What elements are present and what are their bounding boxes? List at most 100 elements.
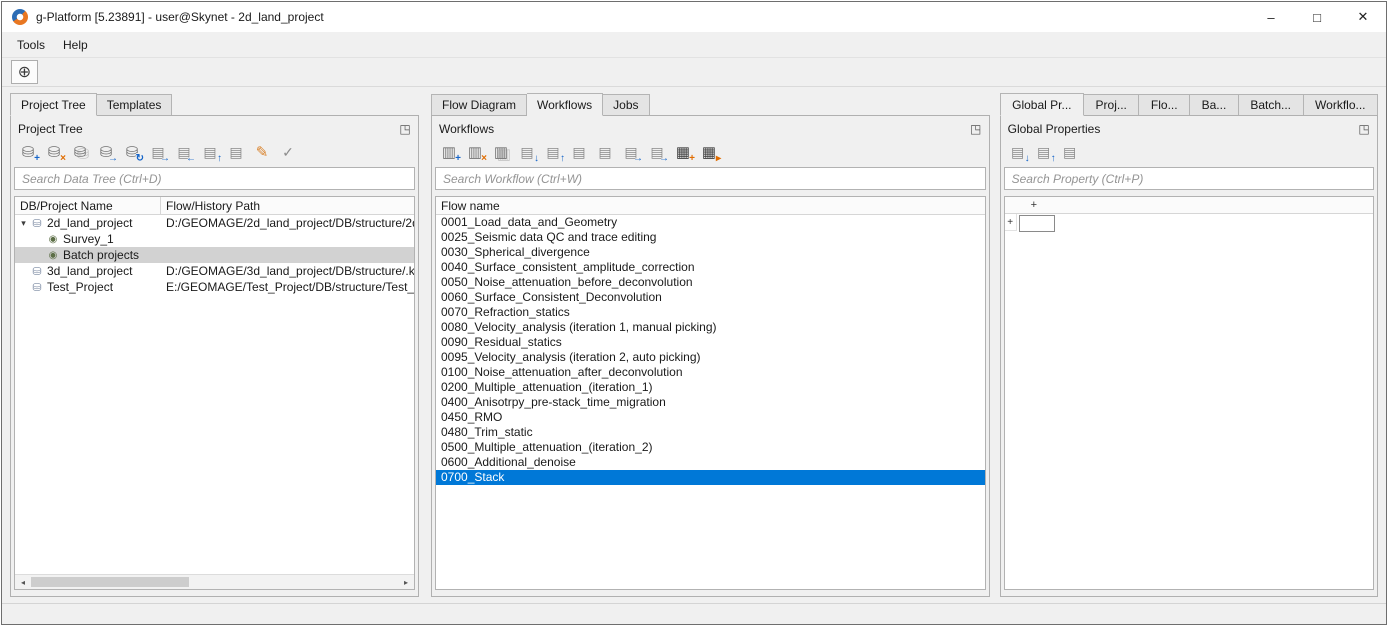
project-tree-panel: Project Tree ◳ ⛁+ ⛁× ⛁ ⛁→ ⛁↻ ▤→ ▤← ▤↑ ▤ … [10, 115, 419, 597]
tree-row-test-project[interactable]: ⛁ Test_Project E:/GEOMAGE/Test_Project/D… [15, 279, 414, 295]
tree-row-batch-projects[interactable]: ◉ Batch projects [15, 247, 414, 263]
close-button[interactable]: ✕ [1340, 2, 1386, 32]
arrow-badge: ← [186, 154, 196, 164]
workflow-row[interactable]: 0500_Multiple_attenuation_(iteration_2) [436, 440, 985, 455]
tree-cell-name: ◉ Batch projects [15, 248, 161, 262]
tab-batch[interactable]: Ba... [1190, 94, 1239, 115]
workflow-row[interactable]: 0095_Velocity_analysis (iteration 2, aut… [436, 350, 985, 365]
arrow-badge: ↓ [534, 154, 539, 164]
document-glyph: ▤ [1037, 145, 1050, 159]
expander-icon[interactable]: ▾ [17, 218, 30, 229]
scrollbar-track[interactable] [189, 575, 398, 589]
menu-tools[interactable]: Tools [8, 35, 54, 55]
search-property-input[interactable] [1004, 167, 1374, 190]
app-logo-icon [12, 9, 28, 25]
workflow-row[interactable]: 0100_Noise_attenuation_after_deconvoluti… [436, 365, 985, 380]
document-glyph: ▤ [546, 145, 559, 159]
workflow-row[interactable]: 0030_Spherical_divergence [436, 245, 985, 260]
arrow-badge: → [160, 154, 170, 164]
project-tree-rows: ▾ ⛁ 2d_land_project D:/GEOMAGE/2d_land_p… [15, 215, 414, 574]
validate-icon[interactable]: ✓ [278, 142, 298, 162]
scroll-left-icon[interactable]: ◂ [15, 575, 31, 589]
tab-flow-diagram-label: Flow Diagram [442, 98, 516, 112]
menu-help[interactable]: Help [54, 35, 97, 55]
workflow-row[interactable]: 0025_Seismic data QC and trace editing [436, 230, 985, 245]
workflow-row[interactable]: 0050_Noise_attenuation_before_deconvolut… [436, 275, 985, 290]
search-data-tree-input[interactable] [14, 167, 415, 190]
upload-document-icon[interactable]: ▤↑ [200, 142, 220, 162]
send-workflow-icon[interactable]: ▤→ [621, 142, 641, 162]
new-property-input[interactable] [1019, 215, 1055, 232]
import-data-icon[interactable]: ▤→ [148, 142, 168, 162]
add-database-icon[interactable]: ⛁+ [18, 142, 38, 162]
workflow-row[interactable]: 0060_Surface_Consistent_Deconvolution [436, 290, 985, 305]
move-database-icon[interactable]: ⛁→ [96, 142, 116, 162]
forward-workflow-icon[interactable]: ▤→ [647, 142, 667, 162]
workflow-row-selected[interactable]: 0700_Stack [436, 470, 985, 485]
batch-run-icon[interactable]: ▦▸ [699, 142, 719, 162]
column-flow-history-path[interactable]: Flow/History Path [161, 197, 414, 214]
export-properties-icon[interactable]: ▤↑ [1034, 142, 1054, 162]
maximize-button[interactable]: □ [1294, 2, 1340, 32]
workflow-row[interactable]: 0070_Refraction_statics [436, 305, 985, 320]
globe-button[interactable]: ⊕ [11, 60, 38, 84]
add-property-button[interactable]: + [1005, 214, 1017, 231]
tab-flow[interactable]: Flo... [1139, 94, 1190, 115]
tab-workflows-label: Workflows [537, 98, 592, 112]
workflow-row[interactable]: 0090_Residual_statics [436, 335, 985, 350]
add-workflow-icon[interactable]: ▥+ [439, 142, 459, 162]
workflow-row[interactable]: 0080_Velocity_analysis (iteration 1, man… [436, 320, 985, 335]
scrollbar-thumb[interactable] [31, 577, 189, 587]
data-tree-search-wrap [14, 167, 415, 190]
add-column-header[interactable]: + [1031, 199, 1037, 211]
minimize-button[interactable]: – [1248, 2, 1294, 32]
column-flow-name[interactable]: Flow name [436, 197, 985, 215]
batch-create-icon[interactable]: ▦+ [673, 142, 693, 162]
workflow-row[interactable]: 0600_Additional_denoise [436, 455, 985, 470]
workflow-row[interactable]: 0480_Trim_static [436, 425, 985, 440]
refresh-database-icon[interactable]: ⛁↻ [122, 142, 142, 162]
tree-cell-name: ⛁ 3d_land_project [15, 264, 161, 278]
scroll-right-icon[interactable]: ▸ [398, 575, 414, 589]
tab-flow-diagram[interactable]: Flow Diagram [431, 94, 527, 115]
workflow-row[interactable]: 0001_Load_data_and_Geometry [436, 215, 985, 230]
tree-row-3d-land-project[interactable]: ⛁ 3d_land_project D:/GEOMAGE/3d_land_pro… [15, 263, 414, 279]
copy-database-icon[interactable]: ⛁ [70, 142, 90, 162]
export-workflow-icon[interactable]: ▤↑ [543, 142, 563, 162]
tab-workflows[interactable]: Workflows [527, 93, 603, 116]
search-workflow-input[interactable] [435, 167, 986, 190]
tab-global-properties[interactable]: Global Pr... [1000, 93, 1084, 116]
delete-workflow-icon[interactable]: ▥× [465, 142, 485, 162]
delete-database-icon[interactable]: ⛁× [44, 142, 64, 162]
flow-glyph: ▥ [442, 145, 456, 160]
document-icon[interactable]: ▤ [226, 142, 246, 162]
app-window: g-Platform [5.23891] - user@Skynet - 2d_… [1, 1, 1387, 625]
float-panel-icon[interactable]: ◳ [397, 121, 413, 137]
workflow-row[interactable]: 0200_Multiple_attenuation_(iteration_1) [436, 380, 985, 395]
edit-icon[interactable]: ✎ [252, 142, 272, 162]
copy-workflow-icon[interactable]: ▥ [491, 142, 511, 162]
workflow-row[interactable]: 0450_RMO [436, 410, 985, 425]
import-workflow-icon[interactable]: ▤↓ [517, 142, 537, 162]
tab-templates[interactable]: Templates [97, 94, 173, 115]
workflow-text-icon[interactable]: ▤ [569, 142, 589, 162]
tree-row-2d-land-project[interactable]: ▾ ⛁ 2d_land_project D:/GEOMAGE/2d_land_p… [15, 215, 414, 231]
workflow-report-icon[interactable]: ▤ [595, 142, 615, 162]
tab-project-tree[interactable]: Project Tree [10, 93, 97, 116]
float-panel-icon[interactable]: ◳ [1356, 121, 1372, 137]
tree-row-survey-1[interactable]: ◉ Survey_1 [15, 231, 414, 247]
export-data-icon[interactable]: ▤← [174, 142, 194, 162]
tab-batch2[interactable]: Batch... [1239, 94, 1304, 115]
column-db-project-name[interactable]: DB/Project Name [15, 197, 161, 214]
workflow-row[interactable]: 0040_Surface_consistent_amplitude_correc… [436, 260, 985, 275]
tab-project[interactable]: Proj... [1084, 94, 1139, 115]
horizontal-scrollbar[interactable]: ◂ ▸ [15, 574, 414, 589]
document-glyph: ▤ [520, 145, 533, 159]
database-glyph: ⛁ [48, 145, 61, 160]
import-properties-icon[interactable]: ▤↓ [1008, 142, 1028, 162]
tab-jobs[interactable]: Jobs [603, 94, 649, 115]
workflow-row[interactable]: 0400_Anisotrpy_pre-stack_time_migration [436, 395, 985, 410]
tab-workflow-props[interactable]: Workflo... [1304, 94, 1379, 115]
float-panel-icon[interactable]: ◳ [968, 121, 984, 137]
properties-list-icon[interactable]: ▤ [1060, 142, 1080, 162]
